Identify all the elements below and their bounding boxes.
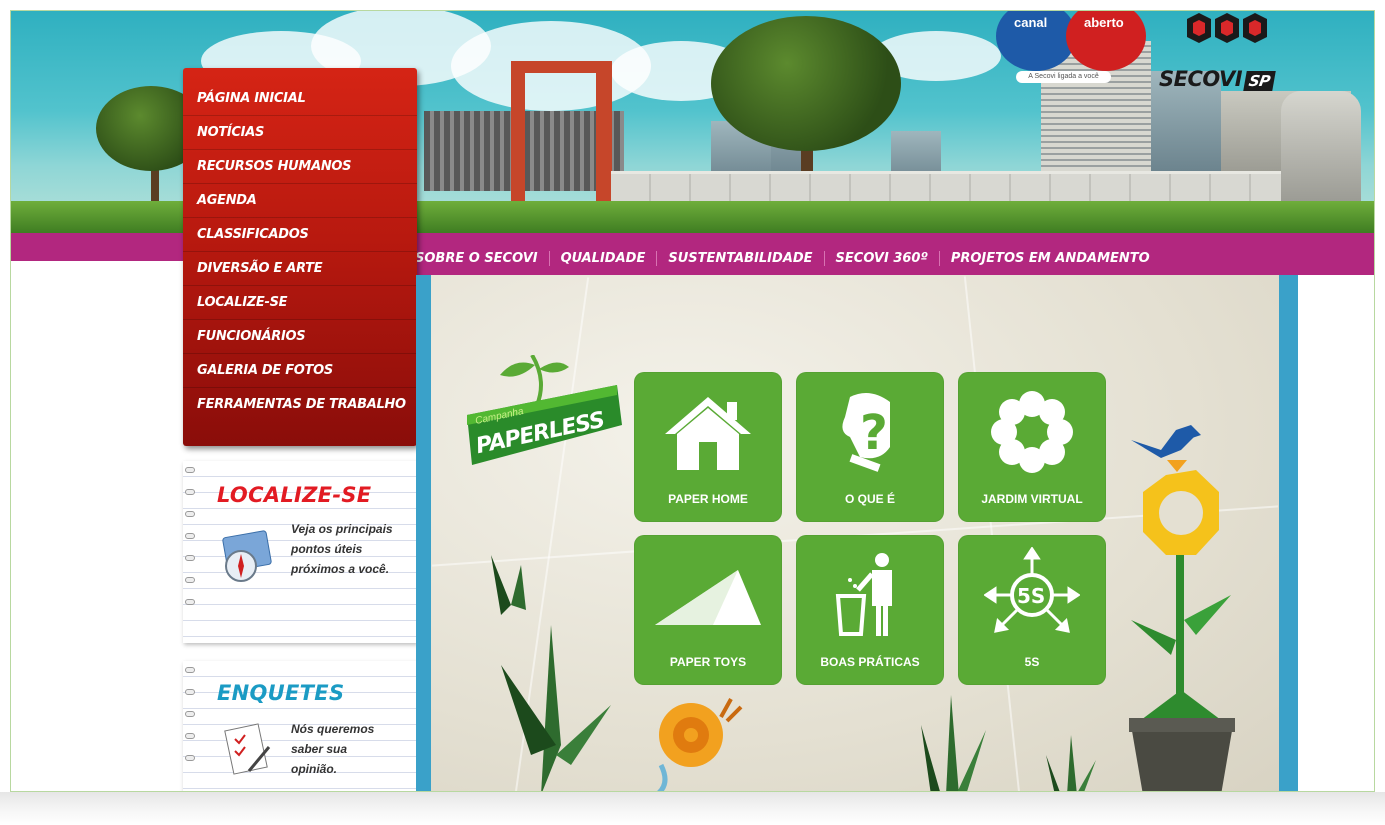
svg-text:?: ?: [860, 405, 888, 461]
trash-person-icon: [835, 552, 892, 636]
content-area: Campanha PAPERLESS PAPER HOME ? O QUE É …: [431, 275, 1279, 791]
canal-left-text: canal: [1014, 15, 1048, 30]
tile-label: PAPER HOME: [668, 492, 748, 506]
house-icon: [665, 396, 751, 470]
page-bottom-shadow: [0, 792, 1385, 825]
enquetes-title: ENQUETES: [217, 681, 345, 705]
canal-tagline: A Secovi ligada a você: [1016, 71, 1111, 83]
enquetes-widget[interactable]: ENQUETES Nós queremos saber sua opinião.: [183, 661, 417, 791]
menu-item-funcionarios[interactable]: FUNCIONÁRIOS: [183, 320, 417, 354]
tile-o-que-e[interactable]: ? O QUE É: [796, 372, 944, 522]
paper-grass-icon: [1046, 735, 1096, 791]
secovi-brand: SECOVI SP: [1159, 67, 1276, 91]
compass-icon: [222, 530, 272, 582]
canal-right-text: aberto: [1084, 15, 1124, 30]
nav-projetos-em-andamento[interactable]: PROJETOS EM ANDAMENTO: [940, 251, 1161, 266]
tile-paper-toys[interactable]: PAPER TOYS: [634, 535, 782, 685]
flower-icon: [991, 390, 1073, 473]
localize-widget[interactable]: LOCALIZE-SE Veja os principais pontos út…: [183, 461, 417, 643]
tile-paper-home[interactable]: PAPER HOME: [634, 372, 782, 522]
menu-item-galeria-de-fotos[interactable]: GALERIA DE FOTOS: [183, 354, 417, 388]
tile-5s[interactable]: 5S 5S: [958, 535, 1106, 685]
menu-item-ferramentas-de-trabalho[interactable]: FERRAMENTAS DE TRABALHO: [183, 388, 417, 422]
page-frame: canal aberto A Secovi ligada a você SECO…: [10, 10, 1375, 792]
localize-title: LOCALIZE-SE: [217, 483, 372, 507]
enquetes-text: Nós queremos saber sua opinião.: [291, 722, 375, 776]
tile-label: PAPER TOYS: [669, 655, 747, 669]
5s-arrows-icon: 5S: [984, 546, 1080, 633]
menu-item-localize-se[interactable]: LOCALIZE-SE: [183, 286, 417, 320]
nav-secovi-360[interactable]: SECOVI 360º: [825, 250, 940, 266]
svg-text:5S: 5S: [1017, 584, 1045, 608]
tile-jardim-virtual[interactable]: JARDIM VIRTUAL: [958, 372, 1106, 522]
menu-item-agenda[interactable]: AGENDA: [183, 184, 417, 218]
tile-label: 5S: [1024, 655, 1040, 669]
nav-qualidade[interactable]: QUALIDADE: [550, 250, 658, 266]
menu-item-pagina-inicial[interactable]: PÁGINA INICIAL: [183, 82, 417, 116]
menu-item-diversao-e-arte[interactable]: DIVERSÃO E ARTE: [183, 252, 417, 286]
paper-grass-icon: [921, 695, 986, 791]
left-menu: PÁGINA INICIAL NOTÍCIAS RECURSOS HUMANOS…: [183, 68, 417, 446]
tile-boas-praticas[interactable]: BOAS PRÁTICAS: [796, 535, 944, 685]
notebook-rings: [185, 467, 197, 621]
localize-text: Veja os principais pontos úteis próximos…: [291, 522, 393, 576]
paper-flower-pot-icon: [1129, 425, 1235, 791]
menu-item-recursos-humanos[interactable]: RECURSOS HUMANOS: [183, 150, 417, 184]
paper-plant-icon: [501, 625, 611, 791]
poll-form-icon: [224, 723, 271, 775]
paper-triangle-icon: [655, 569, 761, 625]
top-navigation: SOBRE O SECOVI QUALIDADE SUSTENTABILIDAD…: [398, 241, 1374, 275]
nav-sustentabilidade[interactable]: SUSTENTABILIDADE: [657, 250, 825, 266]
nav-sobre-o-secovi[interactable]: SOBRE O SECOVI: [404, 250, 550, 266]
paper-snail-icon: [657, 698, 743, 791]
tile-label: O QUE É: [844, 492, 895, 506]
tile-label: BOAS PRÁTICAS: [820, 655, 920, 669]
menu-item-classificados[interactable]: CLASSIFICADOS: [183, 218, 417, 252]
paper-plant-icon: [491, 555, 526, 615]
tile-label: JARDIM VIRTUAL: [981, 492, 1083, 506]
menu-item-noticias[interactable]: NOTÍCIAS: [183, 116, 417, 150]
question-head-icon: ?: [842, 392, 890, 472]
